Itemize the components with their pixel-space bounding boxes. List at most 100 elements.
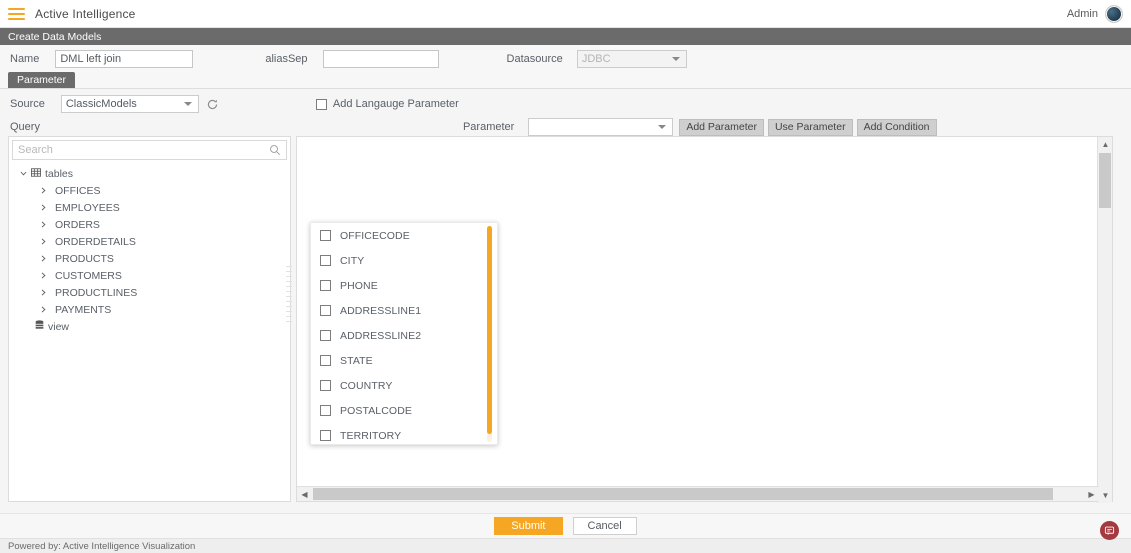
popup-scrollbar[interactable] [487,226,492,442]
schema-tree: tables OFFICES EMPLOYEES ORDERS ORDERDETAILS… [9,160,290,335]
view-icon [35,320,44,333]
tree-node-products[interactable]: PRODUCTS [9,250,290,267]
chevron-right-icon[interactable] [39,203,48,212]
checkbox-box[interactable] [320,355,331,366]
column-option[interactable]: STATE [311,348,497,373]
page-title: Create Data Models [0,28,1131,45]
name-input[interactable] [55,49,194,68]
schema-tree-panel: tables OFFICES EMPLOYEES ORDERS ORDERDETAILS… [8,136,291,502]
column-option[interactable]: PHONE [311,273,497,298]
chevron-right-icon[interactable] [39,220,48,229]
tree-node-label: view [48,320,70,333]
handle-dot [286,296,292,297]
tree-node-productlines[interactable]: PRODUCTLINES [9,284,290,301]
add-parameter-button[interactable]: Add Parameter [679,118,764,136]
chevron-right-icon[interactable] [39,305,48,314]
vertical-scroll-thumb[interactable] [1099,153,1111,208]
handle-dot [286,321,292,322]
tree-node-label: EMPLOYEES [55,201,120,214]
tab-parameter[interactable]: Parameter [8,72,76,88]
checkbox-box[interactable] [320,255,331,266]
avatar[interactable] [1105,4,1123,23]
refresh-icon[interactable] [206,98,219,111]
powered-by-label: Powered by: Active Intelligence Visualiz… [0,538,1131,553]
panel-resize-handle[interactable] [285,264,293,324]
hamburger-line [8,12,25,15]
query-label: Query [10,121,40,133]
chevron-right-icon[interactable] [39,237,48,246]
chevron-down-icon [183,102,192,106]
tree-node-employees[interactable]: EMPLOYEES [9,199,290,216]
handle-dot [286,276,292,277]
chevron-down-icon[interactable] [19,169,28,178]
column-option[interactable]: ADDRESSLINE2 [311,323,497,348]
tree-node-label: CUSTOMERS [55,269,122,282]
checkbox-box[interactable] [320,380,331,391]
column-option[interactable]: POSTALCODE [311,398,497,423]
column-option-label: COUNTRY [340,379,393,392]
parameter-select[interactable] [528,118,674,136]
tree-node-label: PRODUCTS [55,252,114,265]
column-option[interactable]: ADDRESSLINE1 [311,298,497,323]
tree-node-view[interactable]: view [9,318,290,335]
column-option-label: TERRITORY [340,429,402,442]
use-parameter-button[interactable]: Use Parameter [767,118,853,136]
tree-node-offices[interactable]: OFFICES [9,182,290,199]
table-icon [31,167,41,180]
tab-strip: Parameter [0,72,1131,88]
chevron-right-icon[interactable] [19,322,28,331]
scroll-up-icon[interactable]: ▲ [1098,137,1113,152]
scroll-down-icon[interactable]: ▼ [1098,488,1113,503]
source-label: Source [10,98,45,110]
tree-node-orders[interactable]: ORDERS [9,216,290,233]
chevron-right-icon[interactable] [39,254,48,263]
form-row: Name aliasSep Datasource JDBC [0,45,1131,72]
checkbox-box[interactable] [320,280,331,291]
chevron-right-icon[interactable] [39,288,48,297]
scroll-left-icon[interactable]: ◀ [297,487,312,502]
column-option-label: ADDRESSLINE2 [340,329,422,342]
add-condition-button[interactable]: Add Condition [856,118,937,136]
tree-node-customers[interactable]: CUSTOMERS [9,267,290,284]
tree-node-tables[interactable]: tables [9,165,290,182]
submit-button[interactable]: Submit [494,517,563,535]
chat-feedback-icon[interactable] [1100,521,1119,540]
column-option[interactable]: COUNTRY [311,373,497,398]
cancel-button[interactable]: Cancel [572,517,637,535]
checkbox-box[interactable] [320,330,331,341]
column-option[interactable]: OFFICECODE [311,223,497,248]
source-select[interactable]: ClassicModels [60,95,199,113]
handle-dot [286,291,292,292]
chevron-down-icon [671,56,680,61]
column-suggestion-popup[interactable]: OFFICECODE CITY PHONE ADDRESSLINE1 ADDRESSLI… [310,222,498,445]
application-window: Active Intelligence Admin Create Data Mo… [0,0,1131,553]
checkbox-box[interactable] [320,430,331,441]
tree-node-orderdetails[interactable]: ORDERDETAILS [9,233,290,250]
checkbox-box[interactable] [320,305,331,316]
add-language-parameter-checkbox[interactable]: Add Langauge Parameter [315,98,459,110]
popup-scroll-thumb[interactable] [487,226,492,434]
horizontal-scroll-thumb[interactable] [313,488,1053,500]
scroll-right-icon[interactable]: ▶ [1084,487,1099,502]
editor-vertical-scrollbar[interactable]: ▲ ▼ [1097,137,1112,503]
aliassep-input[interactable] [322,49,439,68]
column-option[interactable]: CITY [311,248,497,273]
column-option-label: PHONE [340,279,378,292]
chevron-down-icon [658,125,667,129]
tree-node-payments[interactable]: PAYMENTS [9,301,290,318]
checkbox-box[interactable] [320,405,331,416]
search-icon[interactable] [269,144,281,159]
datasource-value: JDBC [581,52,611,65]
editor-horizontal-scrollbar[interactable]: ◀ ▶ [297,486,1099,501]
search-input[interactable] [13,141,286,159]
query-row: Query Parameter Add Parameter Use Parame… [0,116,1131,138]
chevron-right-icon[interactable] [39,271,48,280]
name-label: Name [10,52,40,65]
chevron-right-icon[interactable] [39,186,48,195]
add-language-parameter-label: Add Langauge Parameter [332,98,459,110]
hamburger-icon[interactable] [8,7,25,20]
datasource-select[interactable]: JDBC [576,49,687,68]
column-option[interactable]: TERRITORY [311,423,497,444]
checkbox-box[interactable] [320,230,331,241]
search-box[interactable] [12,140,287,160]
